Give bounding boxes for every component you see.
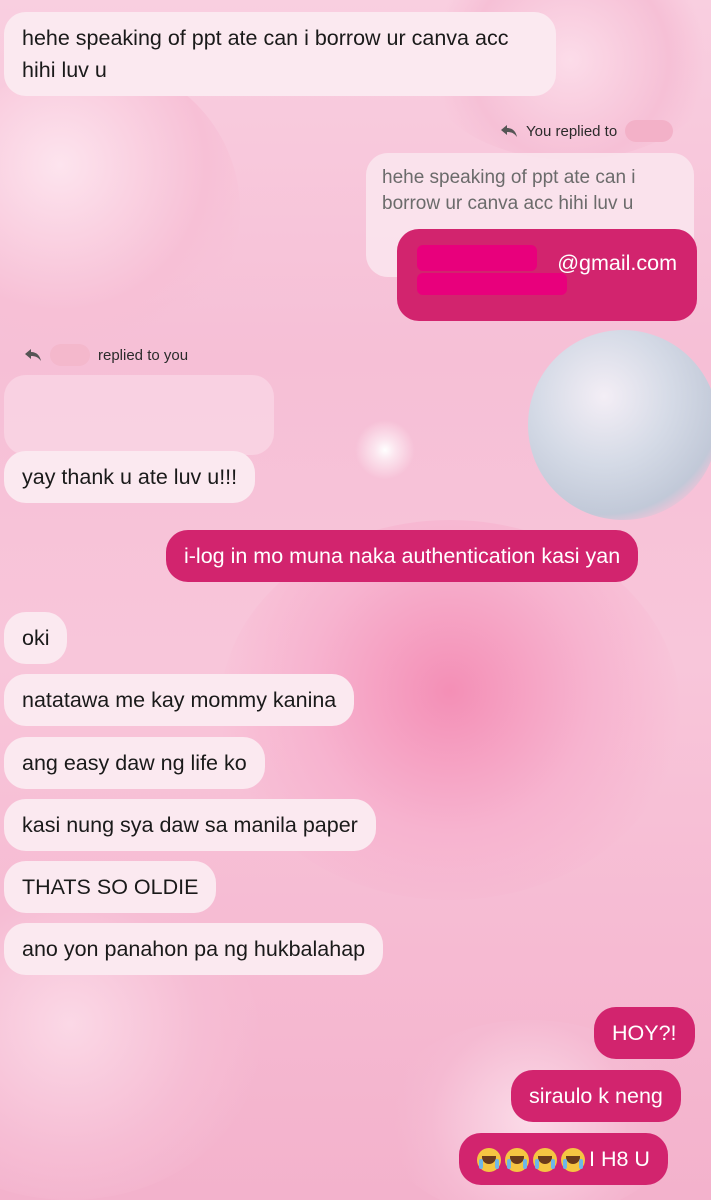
bg-heart-blob (0, 60, 240, 360)
redacted-email-user (417, 245, 537, 271)
message-outgoing[interactable]: I H8 U (459, 1133, 668, 1185)
message-incoming[interactable]: ang easy daw ng life ko (4, 737, 265, 789)
message-text: ano yon panahon pa ng hukbalahap (22, 937, 366, 961)
message-outgoing[interactable]: @gmail.com (397, 229, 697, 321)
message-incoming[interactable]: oki (4, 612, 68, 664)
message-incoming[interactable]: yay thank u ate luv u!!! (4, 451, 256, 503)
message-text: oki (22, 626, 50, 650)
message-text: I H8 U (589, 1147, 650, 1171)
message-incoming[interactable]: hehe speaking of ppt ate can i borrow ur… (4, 12, 556, 96)
message-text: kasi nung sya daw sa manila paper (22, 813, 358, 837)
message-text: HOY?! (612, 1021, 677, 1045)
loudly-crying-face-icon (477, 1148, 501, 1173)
message-text: yay thank u ate luv u!!! (22, 465, 238, 489)
loudly-crying-face-icon (533, 1148, 557, 1173)
message-incoming[interactable]: natatawa me kay mommy kanina (4, 674, 355, 726)
message-text: natatawa me kay mommy kanina (22, 688, 337, 712)
redacted-name (625, 120, 674, 142)
message-outgoing[interactable]: siraulo k neng (511, 1070, 681, 1122)
redacted-email-user (417, 273, 567, 295)
reply-header: replied to you (24, 344, 188, 366)
reply-header: You replied to (500, 120, 674, 142)
reply-arrow-icon (25, 349, 41, 361)
message-text: siraulo k neng (529, 1084, 663, 1108)
message-text: THATS SO OLDIE (22, 875, 199, 899)
message-text: hehe speaking of ppt ate can i borrow ur… (22, 26, 509, 82)
loudly-crying-face-icon (561, 1148, 585, 1173)
email-domain: @gmail.com (557, 251, 677, 275)
message-incoming[interactable]: ano yon panahon pa ng hukbalahap (4, 923, 384, 975)
bg-sparkle (350, 415, 420, 485)
message-incoming[interactable]: kasi nung sya daw sa manila paper (4, 799, 376, 851)
quoted-text: hehe speaking of ppt ate can i borrow ur… (382, 167, 636, 214)
message-text: ang easy daw ng life ko (22, 751, 247, 775)
reply-header-label: You replied to (526, 122, 618, 140)
redacted-name (50, 344, 90, 366)
message-text: i-log in mo muna naka authentication kas… (184, 544, 621, 568)
quoted-message-redacted[interactable] (4, 375, 274, 455)
message-outgoing[interactable]: HOY?! (594, 1007, 695, 1059)
reply-arrow-icon (501, 125, 517, 137)
reply-header-label: replied to you (98, 346, 189, 364)
loudly-crying-face-icon (505, 1148, 529, 1173)
message-outgoing[interactable]: i-log in mo muna naka authentication kas… (166, 530, 639, 582)
bg-blue-heart (528, 330, 711, 520)
message-incoming[interactable]: THATS SO OLDIE (4, 861, 217, 913)
